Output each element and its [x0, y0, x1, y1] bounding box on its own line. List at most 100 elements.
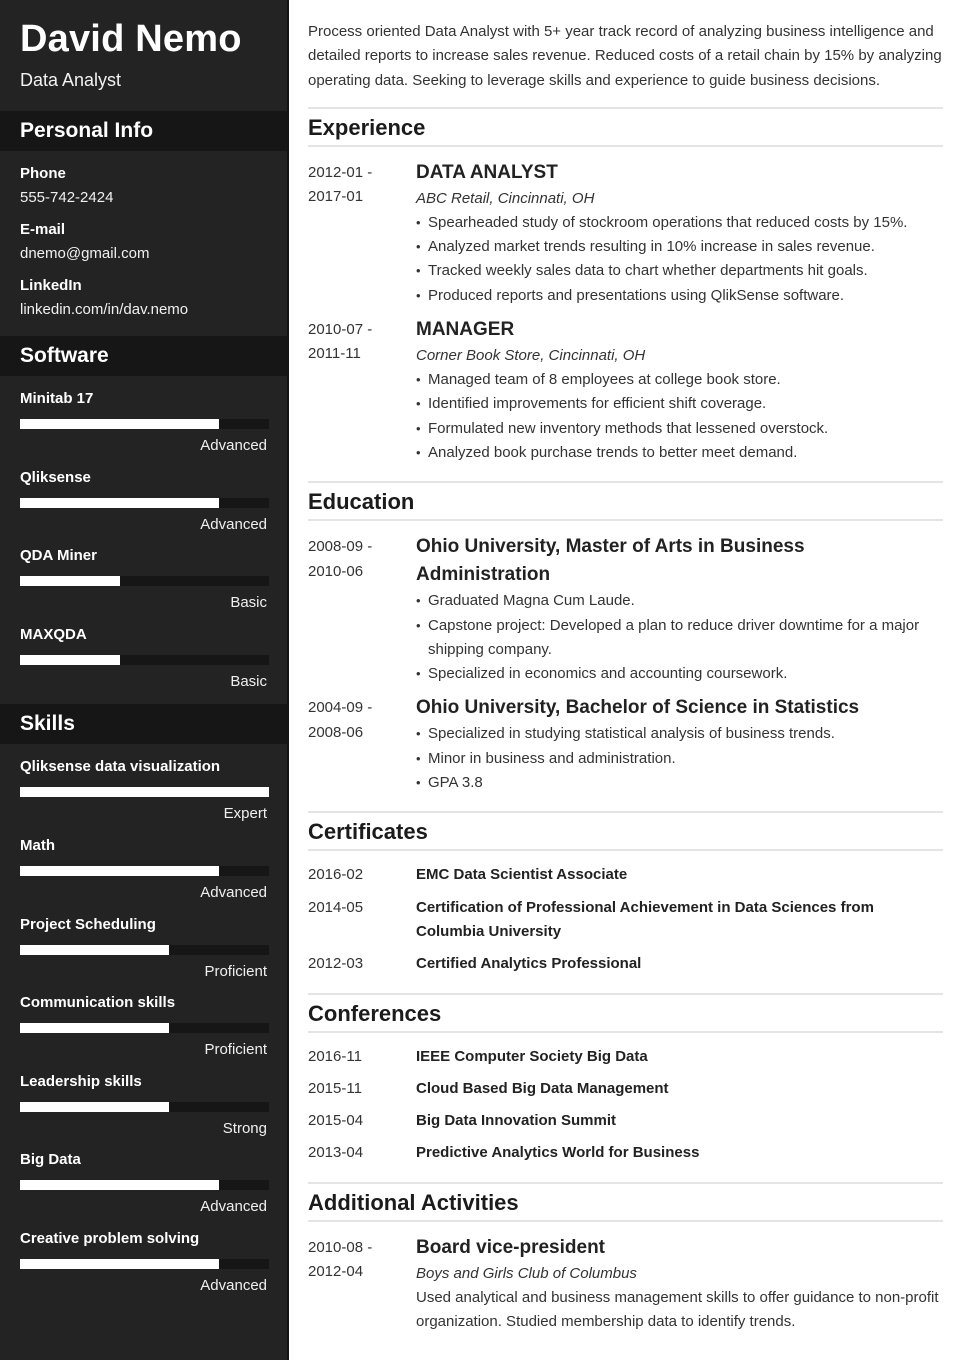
skill-name: Creative problem solving [20, 1229, 200, 1247]
education-details: Specialized in studying statistical anal… [416, 722, 943, 795]
education-details: Graduated Magna Cum Laude. Capstone proj… [416, 589, 943, 686]
personal-info-heading: Personal Info [0, 111, 287, 151]
personal-info-email: E-mail dnemo@gmail.com [20, 221, 267, 263]
education-entry: 2004-09 - 2008-06 Ohio University, Bache… [308, 694, 943, 795]
level-bar-fill [20, 1180, 220, 1191]
skill-level: Advanced [200, 1276, 267, 1294]
skill-level: Advanced [200, 883, 267, 901]
software-name: Qliksense [20, 468, 91, 486]
software-heading: Software [0, 336, 287, 376]
date-start: 2012-01 - [308, 163, 373, 181]
sidebar: David Nemo Data Analyst Personal Info Ph… [0, 0, 289, 1360]
skill-name: Qliksense data visualization [20, 758, 221, 776]
software-level: Basic [230, 672, 267, 690]
duty-item: Analyzed book purchase trends to better … [416, 441, 943, 466]
email-value: dnemo@gmail.com [20, 245, 150, 262]
certificates-heading: Certificates [308, 811, 943, 852]
candidate-role: Data Analyst [20, 70, 122, 90]
skill-name: Math [20, 836, 55, 854]
software-name: QDA Miner [20, 547, 97, 565]
conference-entry: 2016-11 IEEE Computer Society Big Data [308, 1045, 943, 1069]
skill-name: Leadership skills [20, 1072, 142, 1090]
candidate-name: David Nemo [20, 18, 242, 60]
level-bar-track [20, 1023, 269, 1034]
degree-title: Ohio University, Bachelor of Science in … [416, 697, 860, 719]
linkedin-value: linkedin.com/in/dav.nemo [20, 301, 189, 318]
duty-item: Managed team of 8 employees at college b… [416, 368, 943, 393]
entry-dates: 2010-08 - 2012-04 [308, 1234, 416, 1335]
certificate-date: 2012-03 [308, 955, 364, 973]
personal-info-list: Phone 555-742-2424 E-mail dnemo@gmail.co… [0, 151, 287, 319]
certificate-date: 2016-02 [308, 866, 364, 884]
experience-entry: 2010-07 - 2011-11 MANAGER Corner Book St… [308, 316, 943, 465]
detail-item: Graduated Magna Cum Laude. [416, 589, 943, 614]
entry-body: Ohio University, Bachelor of Science in … [416, 694, 943, 795]
date-end: 2010-06 [308, 562, 364, 580]
skill-item: Communication skills Proficient [20, 994, 269, 1073]
skill-item: Qliksense data visualization Expert [20, 758, 269, 837]
entry-dates: 2004-09 - 2008-06 [308, 694, 416, 795]
duty-item: Identified improvements for efficient sh… [416, 392, 943, 417]
activities-list: 2010-08 - 2012-04 Board vice-president B… [308, 1222, 943, 1351]
main-content: Process oriented Data Analyst with 5+ ye… [308, 0, 943, 1350]
personal-info-linkedin: LinkedIn linkedin.com/in/dav.nemo [20, 277, 267, 319]
software-level: Advanced [200, 437, 267, 454]
level-bar-track [20, 654, 269, 665]
phone-label: Phone [20, 165, 66, 182]
certificate-entry: 2012-03 Certified Analytics Professional [308, 952, 943, 976]
linkedin-label: LinkedIn [20, 277, 82, 294]
date-end: 2011-11 [308, 345, 361, 363]
entry-body: MANAGER Corner Book Store, Cincinnati, O… [416, 316, 943, 465]
software-list: Minitab 17 Advanced Qliksense Advanced Q… [0, 376, 287, 704]
date-start: 2004-09 - [308, 699, 373, 717]
skill-item: Big Data Advanced [20, 1151, 269, 1230]
level-bar-track [20, 576, 269, 587]
detail-item: Capstone project: Developed a plan to re… [416, 614, 943, 663]
level-bar-track [20, 1101, 269, 1112]
duties-list: Managed team of 8 employees at college b… [416, 368, 943, 465]
certificate-title: Certified Analytics Professional [416, 955, 642, 973]
level-bar-track [20, 865, 269, 876]
duty-item: Tracked weekly sales data to chart wheth… [416, 259, 943, 284]
certificate-entry: 2016-02 EMC Data Scientist Associate [308, 863, 943, 887]
duty-item: Analyzed market trends resulting in 10% … [416, 235, 943, 260]
conference-entry: 2013-04 Predictive Analytics World for B… [308, 1141, 943, 1165]
degree-title: Ohio University, Master of Arts in Busin… [416, 536, 805, 586]
conference-title: Predictive Analytics World for Business [416, 1144, 700, 1162]
certificate-title: EMC Data Scientist Associate [416, 866, 628, 884]
skill-level: Strong [222, 1119, 267, 1137]
duty-item: Spearheaded study of stockroom operation… [416, 211, 943, 236]
conference-date: 2015-04 [308, 1112, 364, 1130]
certificate-date: 2014-05 [308, 898, 364, 916]
certificate-title: Certification of Professional Achievemen… [416, 898, 874, 940]
entry-body: DATA ANALYST ABC Retail, Cincinnati, OH … [416, 159, 943, 308]
skill-item: Creative problem solving Advanced [20, 1229, 269, 1309]
level-bar-fill [20, 576, 120, 587]
level-bar-track [20, 419, 269, 429]
level-bar-fill [20, 944, 170, 955]
skills-list: Qliksense data visualization Expert Math… [0, 744, 287, 1308]
level-bar-fill [20, 865, 220, 876]
email-label: E-mail [20, 221, 66, 238]
employer: Corner Book Store, Cincinnati, OH [416, 347, 646, 365]
date-start: 2010-08 - [308, 1238, 373, 1256]
skill-item: Project Scheduling Proficient [20, 916, 269, 995]
level-bar-track [20, 1258, 269, 1269]
education-list: 2008-09 - 2010-06 Ohio University, Maste… [308, 521, 943, 811]
entry-body: Board vice-president Boys and Girls Club… [416, 1234, 943, 1335]
education-entry: 2008-09 - 2010-06 Ohio University, Maste… [308, 533, 943, 686]
level-bar-track [20, 787, 269, 798]
detail-item: GPA 3.8 [416, 771, 943, 796]
software-item: QDA Miner Basic [20, 547, 269, 626]
skill-name: Communication skills [20, 994, 176, 1012]
entry-dates: 2010-07 - 2011-11 [308, 316, 416, 465]
duty-item: Produced reports and presentations using… [416, 284, 943, 309]
date-end: 2017-01 [308, 188, 364, 206]
job-title: DATA ANALYST [416, 161, 558, 183]
experience-entry: 2012-01 - 2017-01 DATA ANALYST ABC Retai… [308, 159, 943, 308]
software-item: MAXQDA Basic [20, 626, 269, 705]
activities-heading: Additional Activities [308, 1181, 943, 1222]
level-bar-track [20, 497, 269, 508]
date-start: 2010-07 - [308, 321, 373, 339]
date-start: 2008-09 - [308, 538, 373, 556]
